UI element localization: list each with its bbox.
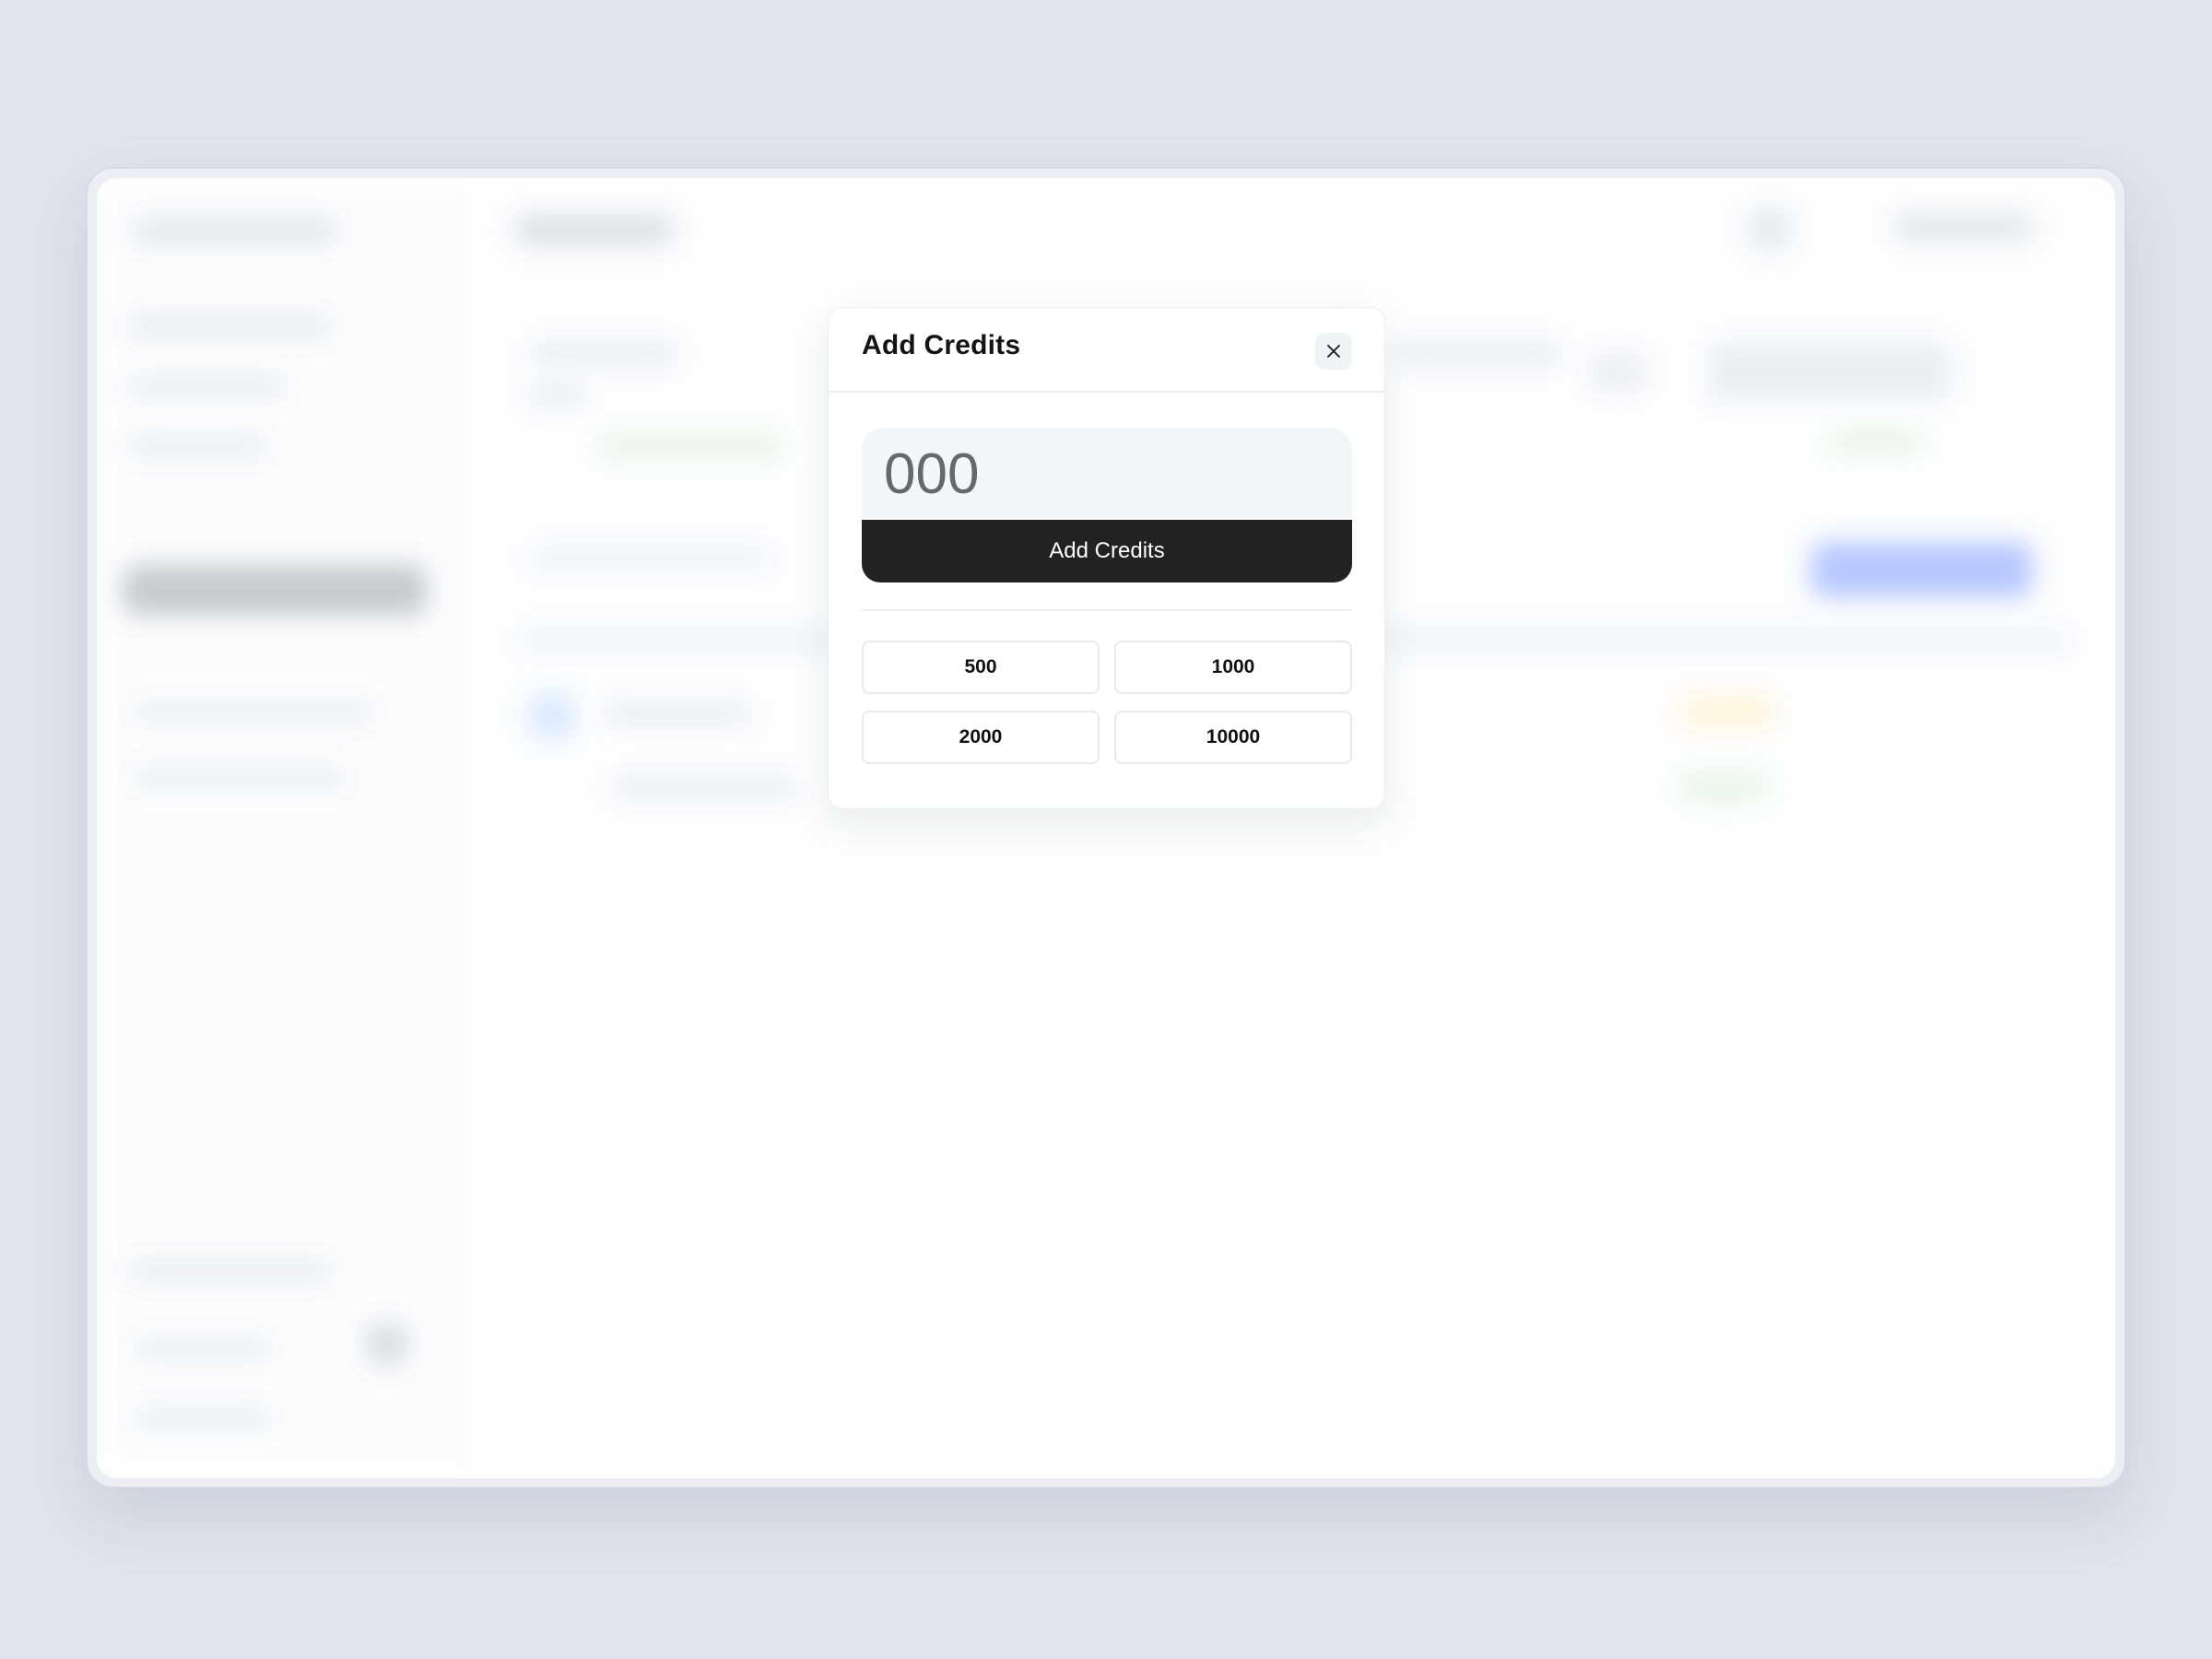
preset-amount-button[interactable]: 2000: [862, 711, 1100, 764]
screen: Add Credits Add Credits 500 1000 2000 10…: [0, 0, 2212, 1659]
amount-input[interactable]: [862, 428, 1352, 520]
preset-amount-button[interactable]: 500: [862, 641, 1100, 694]
modal-header: Add Credits: [829, 308, 1384, 393]
preset-amount-button[interactable]: 1000: [1114, 641, 1352, 694]
preset-amount-button[interactable]: 10000: [1114, 711, 1352, 764]
modal-title: Add Credits: [862, 330, 1021, 360]
amount-field: [862, 428, 1352, 520]
close-button[interactable]: [1315, 333, 1352, 370]
add-credits-modal: Add Credits Add Credits 500 1000 2000 10…: [828, 307, 1385, 809]
divider: [862, 609, 1352, 611]
add-credits-button[interactable]: Add Credits: [862, 520, 1352, 582]
close-icon: [1327, 345, 1340, 358]
